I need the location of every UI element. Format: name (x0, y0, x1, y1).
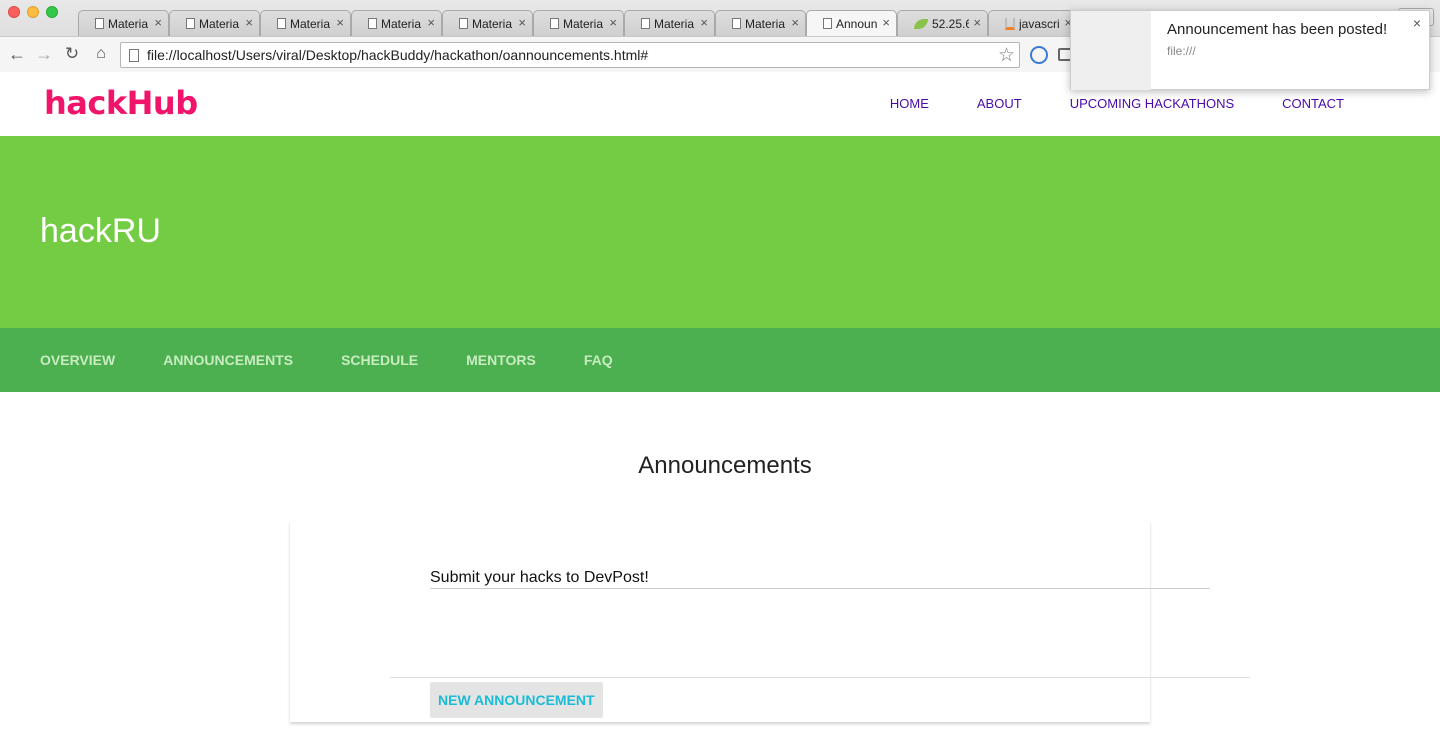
tab-label: javascri (1019, 16, 1060, 31)
address-bar[interactable]: file://localhost/Users/viral/Desktop/hac… (120, 42, 1020, 68)
subnav-faq-tab[interactable]: FAQ (584, 352, 613, 368)
page-icon (95, 18, 104, 29)
hackathon-title: hackRU (40, 212, 161, 250)
leaf-icon (914, 18, 928, 29)
page-icon (459, 18, 468, 29)
tab-close-icon[interactable]: × (427, 15, 435, 30)
tab-label: Materia (199, 16, 240, 31)
notification-title: Announcement has been posted! (1167, 21, 1388, 38)
tab-close-icon[interactable]: × (700, 15, 708, 30)
nav-home-link[interactable]: HOME (890, 96, 929, 111)
page-icon (550, 18, 559, 29)
notification-image (1071, 11, 1151, 90)
tab-close-icon[interactable]: × (791, 15, 799, 30)
tab-close-icon[interactable]: × (609, 15, 617, 30)
card-divider (390, 677, 1250, 678)
section-title: Announcements (638, 452, 812, 479)
reload-icon[interactable]: ↻ (61, 43, 83, 65)
back-arrow-icon[interactable]: ← (6, 43, 28, 65)
browser-tab[interactable]: Materia × (715, 10, 806, 36)
browser-tab[interactable]: 52.25.6 × (897, 10, 988, 36)
announcement-card: NEW ANNOUNCEMENT (290, 521, 1250, 722)
nav-about-link[interactable]: ABOUT (977, 96, 1022, 111)
address-bar-url[interactable]: file://localhost/Users/viral/Desktop/hac… (147, 47, 648, 63)
extension-icon[interactable] (1030, 46, 1048, 64)
main-nav: HOME ABOUT UPCOMING HACKATHONS CONTACT (890, 96, 1344, 111)
tab-close-icon[interactable]: × (245, 15, 253, 30)
tab-label: Materia (290, 16, 331, 31)
bookmark-star-icon[interactable]: ☆ (998, 44, 1015, 67)
browser-tab[interactable]: Materia × (442, 10, 533, 36)
home-icon[interactable]: ⌂ (90, 43, 112, 65)
tab-label: Materia (563, 16, 604, 31)
tab-close-icon[interactable]: × (336, 15, 344, 30)
subnav-schedule-tab[interactable]: SCHEDULE (341, 352, 418, 368)
tab-label: Materia (108, 16, 149, 31)
stackoverflow-icon (1005, 17, 1015, 30)
tab-label: Materia (654, 16, 695, 31)
browser-tab[interactable]: Materia × (78, 10, 169, 36)
page-icon (186, 18, 195, 29)
tab-close-icon[interactable]: × (154, 15, 162, 30)
tab-label: 52.25.6 (932, 16, 969, 31)
file-icon (129, 48, 139, 62)
hero-banner: hackRU (0, 136, 1440, 328)
maximize-window-button[interactable] (46, 6, 58, 18)
forward-arrow-icon[interactable]: → (33, 43, 55, 65)
browser-tab-active[interactable]: Announ × (806, 10, 897, 36)
page-icon (368, 18, 377, 29)
page-icon (732, 18, 741, 29)
browser-tab[interactable]: Materia × (533, 10, 624, 36)
subnav-announcements-tab[interactable]: ANNOUNCEMENTS (163, 352, 293, 368)
subnav-mentors-tab[interactable]: MENTORS (466, 352, 536, 368)
tab-close-icon[interactable]: × (973, 15, 981, 30)
window-controls (8, 6, 58, 18)
browser-tab[interactable]: Materia × (351, 10, 442, 36)
notification-source: file:/// (1167, 44, 1196, 58)
tab-close-icon[interactable]: × (518, 15, 526, 30)
notification-popup[interactable]: Announcement has been posted! file:/// × (1070, 10, 1430, 90)
tab-label: Materia (745, 16, 786, 31)
browser-tab[interactable]: Materia × (624, 10, 715, 36)
browser-tab[interactable]: Materia × (260, 10, 351, 36)
tab-close-icon[interactable]: × (882, 15, 890, 30)
site-logo[interactable]: hackHub (44, 84, 198, 122)
close-window-button[interactable] (8, 6, 20, 18)
notification-close-icon[interactable]: × (1413, 15, 1421, 31)
tab-label: Materia (472, 16, 513, 31)
browser-tab[interactable]: javascri × (988, 10, 1079, 36)
hackathon-subnav: OVERVIEW ANNOUNCEMENTS SCHEDULE MENTORS … (0, 328, 1440, 392)
announcement-input[interactable] (430, 567, 1210, 589)
minimize-window-button[interactable] (27, 6, 39, 18)
tab-strip: Materia × Materia × Materia × Materia × … (78, 10, 1079, 36)
tab-label: Materia (381, 16, 422, 31)
page-icon (277, 18, 286, 29)
page-icon (823, 18, 832, 29)
nav-upcoming-hackathons-link[interactable]: UPCOMING HACKATHONS (1070, 96, 1234, 111)
browser-tab[interactable]: Materia × (169, 10, 260, 36)
subnav-overview-tab[interactable]: OVERVIEW (40, 352, 115, 368)
page-icon (641, 18, 650, 29)
tab-label: Announ (836, 16, 878, 31)
new-announcement-button[interactable]: NEW ANNOUNCEMENT (430, 682, 603, 718)
nav-contact-link[interactable]: CONTACT (1282, 96, 1344, 111)
